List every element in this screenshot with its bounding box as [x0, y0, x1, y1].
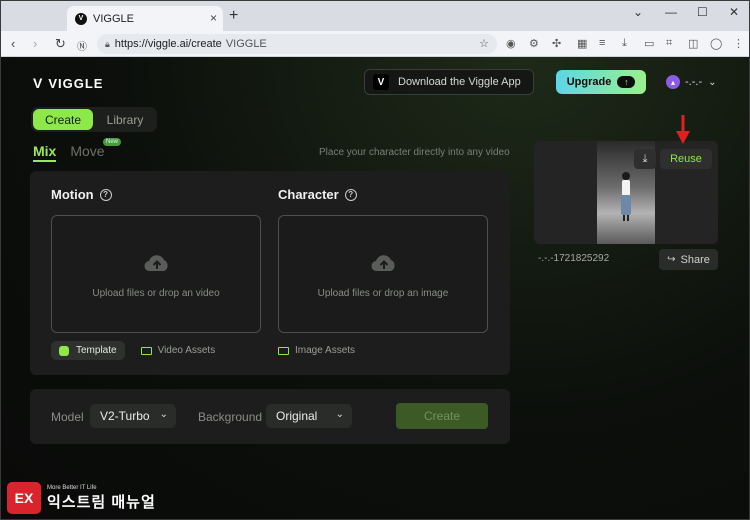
- address-row: ‹ › ↻ Ⓝ 🔒︎ https://viggle.ai/create VIGG…: [1, 31, 749, 57]
- generation-settings-bar: Model V2-Turbo ⌄ Background Original ⌄ C…: [30, 389, 510, 444]
- viggle-mark-icon: V: [33, 75, 44, 91]
- template-button[interactable]: Template: [51, 341, 125, 360]
- motion-drop-text: Upload files or drop an video: [92, 288, 220, 299]
- character-section-title: Character ?: [278, 187, 357, 202]
- browser-window: V VIGGLE × + ⌄ — ☐ ✕ ‹ › ↻ Ⓝ 🔒︎ https://…: [0, 0, 750, 520]
- user-name: -.-.-: [685, 76, 703, 88]
- background-label: Background: [198, 410, 263, 424]
- new-tab-button[interactable]: +: [229, 7, 238, 25]
- cast-icon[interactable]: ▭: [644, 37, 654, 50]
- chevron-down-icon[interactable]: ⌄: [633, 5, 643, 19]
- upload-panel: Motion ? Character ? Upload files or dro…: [30, 171, 510, 375]
- reading-list-icon[interactable]: ≡: [599, 37, 605, 49]
- watermark-text: More Better IT Life 익스트림 매뉴얼: [47, 485, 156, 512]
- logo-text: VIGGLE: [48, 75, 104, 91]
- motion-dropzone[interactable]: Upload files or drop an video: [51, 215, 261, 333]
- new-badge: New: [103, 138, 122, 146]
- arrow-up-icon: ↑: [617, 76, 636, 88]
- download-icon[interactable]: ⤓: [622, 37, 627, 50]
- template-icon: [59, 345, 69, 356]
- address-bar[interactable]: 🔒︎ https://viggle.ai/create VIGGLE ☆: [97, 34, 497, 54]
- extension-icon[interactable]: ⚙: [529, 37, 539, 50]
- motion-asset-row: Template Video Assets: [51, 341, 215, 360]
- browser-tab[interactable]: V VIGGLE ×: [67, 6, 223, 31]
- side-panel-icon[interactable]: ◫: [688, 37, 698, 50]
- lock-icon: 🔒︎: [105, 38, 110, 49]
- chevron-down-icon: ⌄: [159, 409, 168, 420]
- folder-icon: [140, 346, 152, 355]
- download-app-label: Download the Viggle App: [398, 76, 521, 88]
- screenshot-icon[interactable]: ⌗: [666, 37, 672, 50]
- background-select[interactable]: Original ⌄: [266, 404, 352, 428]
- chevron-down-icon: ⌄: [335, 409, 344, 420]
- result-card[interactable]: ⤓ Reuse: [534, 141, 718, 244]
- chevron-down-icon: ⌄: [708, 76, 717, 88]
- character-dropzone[interactable]: Upload files or drop an image: [278, 215, 488, 333]
- mode-hint: Place your character directly into any v…: [319, 147, 510, 158]
- image-assets-link[interactable]: Image Assets: [278, 345, 355, 356]
- create-button[interactable]: Create: [396, 403, 488, 429]
- reload-icon[interactable]: ↻: [55, 36, 66, 52]
- mode-tabs: Mix Move New: [33, 138, 122, 162]
- folder-icon: [278, 346, 289, 355]
- close-window-icon[interactable]: ✕: [729, 5, 739, 19]
- share-button[interactable]: ↪ Share: [659, 249, 718, 270]
- upgrade-label: Upgrade: [566, 76, 612, 88]
- site-label: VIGGLE: [225, 38, 267, 50]
- share-icon: ↪: [667, 254, 676, 265]
- viggle-app-icon: V: [373, 74, 389, 90]
- viggle-favicon-icon: V: [75, 12, 87, 25]
- watermark-brand: 익스트림 매뉴얼: [47, 493, 156, 511]
- video-assets-label: Video Assets: [157, 345, 216, 356]
- user-menu[interactable]: ▴ -.-.- ⌄: [666, 75, 717, 89]
- watermark: EX More Better IT Life 익스트림 매뉴얼: [7, 482, 156, 514]
- download-app-button[interactable]: V Download the Viggle App: [364, 69, 534, 95]
- maximize-icon[interactable]: ☐: [697, 5, 708, 19]
- upgrade-button[interactable]: Upgrade ↑: [556, 70, 646, 94]
- star-icon[interactable]: ☆: [479, 37, 489, 50]
- url-text: https://viggle.ai/create: [114, 38, 222, 50]
- tab-move[interactable]: Move: [70, 143, 104, 159]
- help-icon[interactable]: ?: [344, 188, 357, 201]
- forward-icon[interactable]: ›: [33, 36, 37, 51]
- tab-create[interactable]: Create: [33, 109, 93, 130]
- viggle-app: V VIGGLE V Download the Viggle App Upgra…: [1, 57, 749, 519]
- minimize-icon[interactable]: —: [665, 5, 677, 19]
- motion-title: Motion: [51, 187, 94, 202]
- arrow-down-icon: [676, 115, 690, 144]
- reuse-button[interactable]: Reuse: [660, 149, 712, 169]
- character-title: Character: [278, 187, 339, 202]
- share-label: Share: [680, 253, 710, 266]
- download-icon[interactable]: ⤓: [634, 149, 656, 169]
- profile-icon[interactable]: ◯: [710, 37, 722, 50]
- background-value: Original: [276, 409, 318, 423]
- model-label: Model: [51, 410, 84, 424]
- template-label: Template: [76, 345, 117, 356]
- result-name: -.-.-1721825292: [538, 253, 610, 264]
- avatar: ▴: [666, 75, 680, 89]
- cloud-upload-icon: [144, 255, 168, 272]
- model-value: V2-Turbo: [100, 409, 150, 423]
- help-icon[interactable]: ?: [99, 188, 112, 201]
- tab-title: VIGGLE: [93, 12, 134, 25]
- character-drop-text: Upload files or drop an image: [317, 288, 449, 299]
- tab-close-icon[interactable]: ×: [210, 11, 217, 25]
- extension-grid-icon[interactable]: ▦: [577, 37, 587, 50]
- watermark-logo: EX: [7, 482, 41, 514]
- cloud-upload-icon: [371, 255, 395, 272]
- menu-icon[interactable]: ⋮: [733, 37, 744, 50]
- create-library-toggle: Create Library: [31, 107, 157, 132]
- puzzle-icon[interactable]: ✣: [552, 37, 561, 50]
- extension-record-icon[interactable]: ◉: [506, 37, 516, 50]
- tab-mix[interactable]: Mix: [33, 143, 57, 162]
- video-assets-link[interactable]: Video Assets: [140, 345, 216, 356]
- model-select[interactable]: V2-Turbo ⌄: [90, 404, 176, 428]
- back-icon[interactable]: ‹: [11, 36, 15, 51]
- tab-bar: V VIGGLE × + ⌄ — ☐ ✕: [1, 1, 749, 31]
- image-assets-label: Image Assets: [295, 345, 356, 356]
- tab-library[interactable]: Library: [95, 109, 155, 130]
- motion-section-title: Motion ?: [51, 187, 112, 202]
- viggle-logo[interactable]: V VIGGLE: [33, 75, 103, 91]
- naver-icon[interactable]: Ⓝ: [77, 38, 87, 53]
